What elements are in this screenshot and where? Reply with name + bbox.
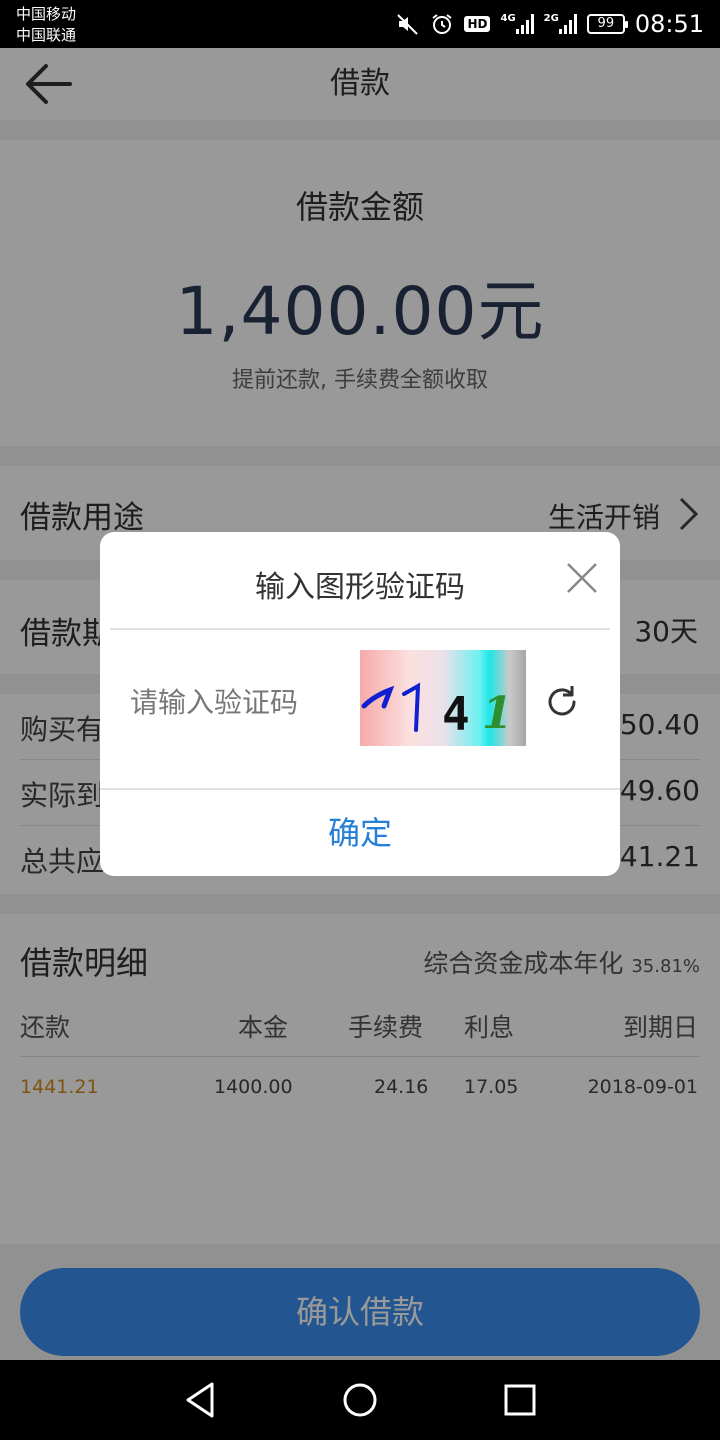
confirm-button[interactable]: 确定 [100,790,620,876]
svg-text:4: 4 [442,687,470,741]
captcha-dialog: 输入图形验证码 4 1 确定 [100,532,620,876]
nav-back-icon[interactable] [180,1380,220,1420]
carrier-1: 中国移动 [16,5,77,23]
signal-4g-icon: 4G [500,12,534,34]
close-icon[interactable] [562,558,602,598]
battery-icon: 99 [586,14,628,34]
alarm-icon [430,12,454,36]
status-bar: 中国移动 中国联通 HD 4G 2G 99 08:51 [0,0,720,48]
net-type-1: 4G [500,12,516,24]
status-icons: HD 4G 2G 99 08:51 [396,0,704,48]
net-type-2: 2G [543,12,559,24]
signal-2g-icon: 2G [543,12,577,34]
nav-home-icon[interactable] [340,1380,380,1420]
hd-icon: HD [464,16,491,32]
captcha-image[interactable]: 4 1 [360,650,526,746]
system-nav-bar [0,1360,720,1440]
dialog-title: 输入图形验证码 [255,570,465,605]
nav-recents-icon[interactable] [500,1380,540,1420]
svg-text:1: 1 [482,688,513,739]
dialog-divider [110,628,610,630]
refresh-icon[interactable] [544,684,580,720]
mute-icon [396,12,420,36]
carrier-2: 中国联通 [16,26,77,44]
captcha-input[interactable] [130,672,340,732]
clock: 08:51 [634,10,704,38]
